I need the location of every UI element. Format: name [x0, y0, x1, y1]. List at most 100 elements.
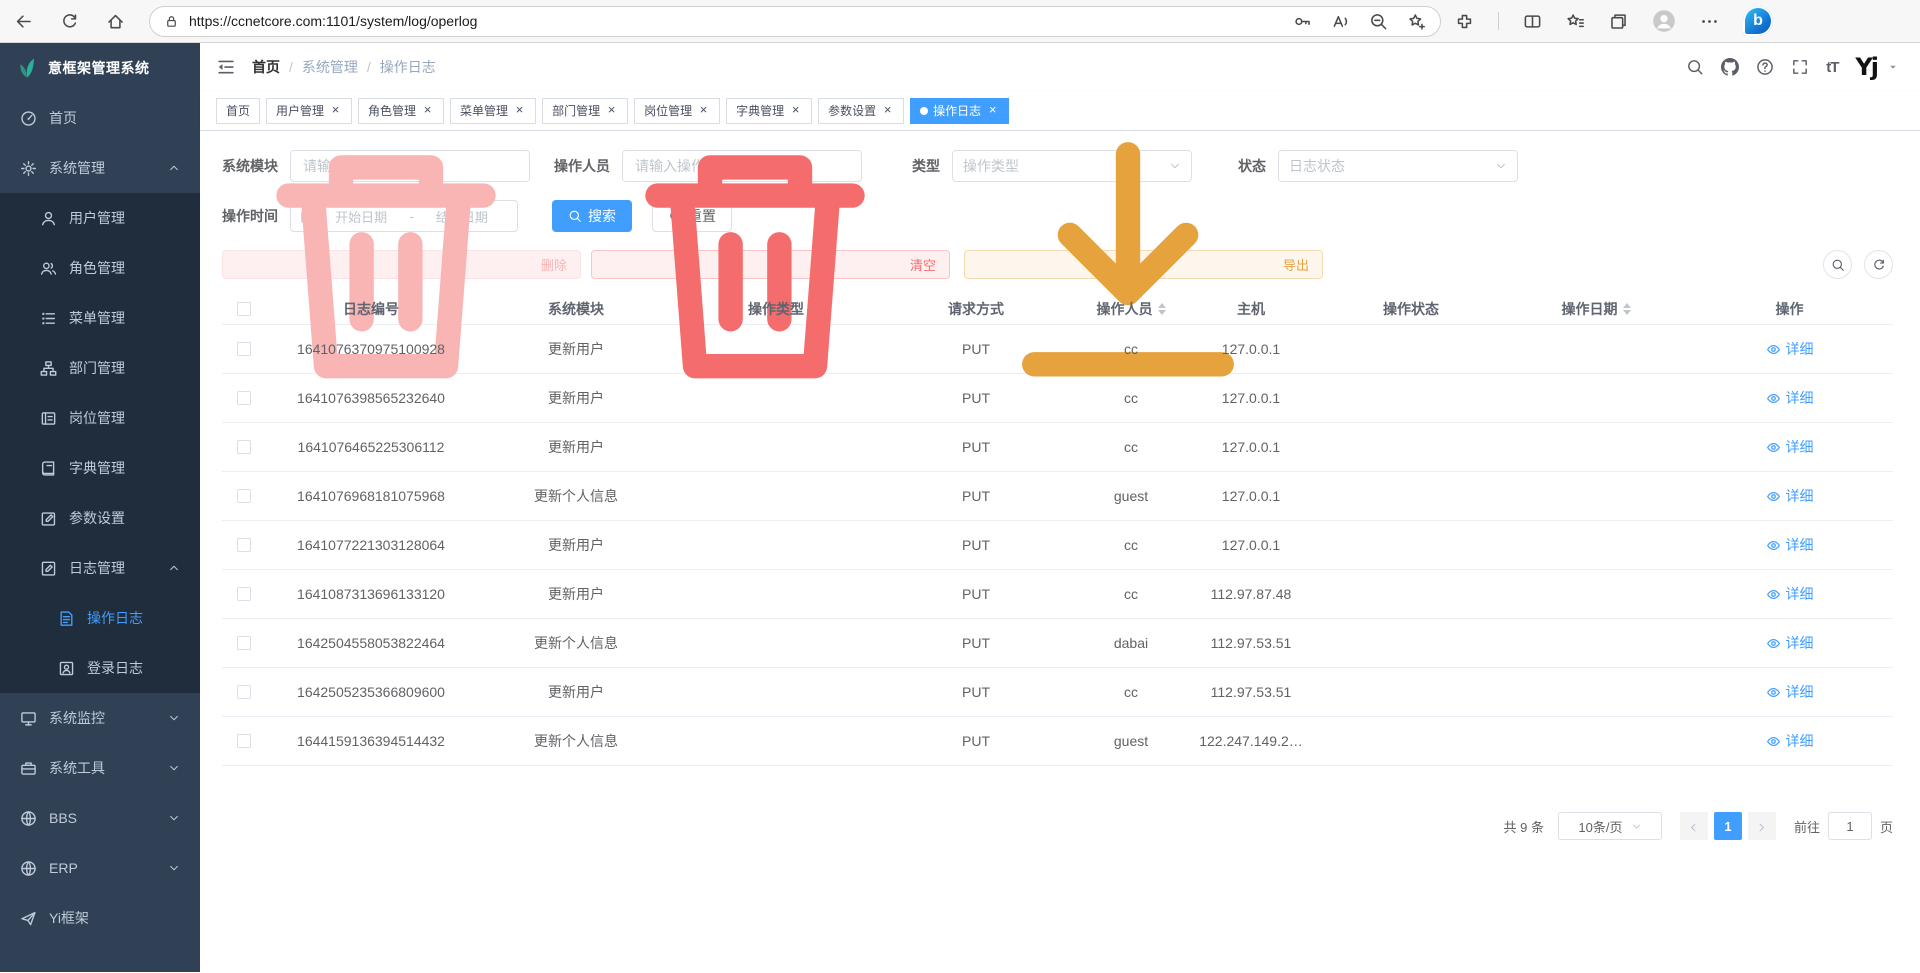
sidebar-item-Yi框架[interactable]: Yi框架 [0, 893, 200, 943]
bing-chat-icon[interactable]: b [1743, 6, 1773, 36]
search-icon[interactable] [1686, 58, 1704, 76]
table-row: 1642504558053822464更新个人信息PUTdabai112.97.… [222, 619, 1893, 668]
next-page-button[interactable] [1748, 812, 1776, 840]
refresh-icon[interactable] [60, 12, 79, 31]
show-search-button[interactable] [1823, 250, 1852, 279]
sidebar-item-参数设置[interactable]: 参数设置 [0, 493, 200, 543]
sidebar-item-系统工具[interactable]: 系统工具 [0, 743, 200, 793]
status-select[interactable]: 日志状态 [1278, 150, 1518, 182]
sort-caret-icon[interactable] [1158, 299, 1166, 319]
more-icon[interactable] [1700, 12, 1719, 31]
sidebar-item-首页[interactable]: 首页 [0, 93, 200, 143]
breadcrumb-item[interactable]: 首页 [252, 57, 280, 77]
collections-icon[interactable] [1609, 12, 1628, 31]
detail-link[interactable]: 详细 [1766, 633, 1814, 653]
breadcrumb-item[interactable]: 系统管理 [302, 57, 358, 77]
sidebar-item-部门管理[interactable]: 部门管理 [0, 343, 200, 393]
favorites-icon[interactable] [1566, 12, 1585, 31]
row-checkbox-cell [222, 489, 266, 503]
cell-operator: dabai [1076, 635, 1186, 651]
prev-page-button[interactable] [1680, 812, 1708, 840]
column-header-label: 操作人员 [1097, 299, 1153, 319]
fullscreen-icon[interactable] [1791, 58, 1809, 76]
caret-down-icon[interactable] [1888, 62, 1898, 72]
detail-link[interactable]: 详细 [1766, 339, 1814, 359]
leaf-icon [16, 57, 38, 79]
row-checkbox[interactable] [237, 734, 251, 748]
detail-link[interactable]: 详细 [1766, 535, 1814, 555]
page-size-select[interactable]: 10条/页 [1558, 812, 1662, 840]
read-aloud-icon[interactable] [1331, 12, 1350, 31]
sidebar-item-菜单管理[interactable]: 菜单管理 [0, 293, 200, 343]
detail-link[interactable]: 详细 [1766, 388, 1814, 408]
detail-link-label: 详细 [1786, 437, 1814, 457]
zoom-out-icon[interactable] [1369, 12, 1388, 31]
row-checkbox[interactable] [237, 489, 251, 503]
profile-icon[interactable] [1652, 9, 1676, 33]
select-all-checkbox[interactable] [237, 302, 251, 316]
home-icon[interactable] [106, 12, 125, 31]
sidebar-item-日志管理[interactable]: 日志管理 [0, 543, 200, 593]
active-tab-dot [920, 107, 928, 115]
sort-caret-icon[interactable] [1623, 299, 1631, 319]
url-text[interactable]: https://ccnetcore.com:1101/system/log/op… [189, 13, 477, 29]
current-page[interactable]: 1 [1714, 812, 1742, 840]
detail-link[interactable]: 详细 [1766, 437, 1814, 457]
sidebar-item-系统管理[interactable]: 系统管理 [0, 143, 200, 193]
font-size-icon[interactable]: tT [1826, 59, 1838, 76]
sidebar-item-label: 日志管理 [69, 558, 125, 578]
clear-button[interactable]: 清空 [591, 250, 950, 279]
breadcrumb: 首页/系统管理/操作日志 [252, 57, 436, 77]
user-logo[interactable]: Yj [1855, 53, 1877, 81]
delete-button[interactable]: 删除 [222, 250, 581, 279]
sidebar-item-label: 参数设置 [69, 508, 125, 528]
detail-link[interactable]: 详细 [1766, 584, 1814, 604]
row-checkbox[interactable] [237, 342, 251, 356]
column-header-操作日期[interactable]: 操作日期 [1506, 299, 1686, 319]
row-checkbox[interactable] [237, 538, 251, 552]
back-icon[interactable] [14, 12, 33, 31]
detail-link-label: 详细 [1786, 339, 1814, 359]
key-icon[interactable] [1293, 12, 1312, 31]
row-checkbox[interactable] [237, 636, 251, 650]
export-button[interactable]: 导出 [964, 250, 1323, 279]
extensions-icon[interactable] [1455, 12, 1474, 31]
hamburger-icon[interactable] [216, 57, 236, 77]
sidebar-item-ERP[interactable]: ERP [0, 843, 200, 893]
split-screen-icon[interactable] [1523, 12, 1542, 31]
sidebar-item-label: 操作日志 [87, 608, 143, 628]
detail-link[interactable]: 详细 [1766, 486, 1814, 506]
refresh-table-button[interactable] [1864, 250, 1893, 279]
sidebar-item-系统监控[interactable]: 系统监控 [0, 693, 200, 743]
row-checkbox[interactable] [237, 391, 251, 405]
cell-operator: cc [1076, 390, 1186, 406]
row-checkbox[interactable] [237, 440, 251, 454]
sidebar-item-登录日志[interactable]: 登录日志 [0, 643, 200, 693]
sidebar-item-用户管理[interactable]: 用户管理 [0, 193, 200, 243]
row-checkbox[interactable] [237, 587, 251, 601]
detail-link-label: 详细 [1786, 731, 1814, 751]
sidebar-item-岗位管理[interactable]: 岗位管理 [0, 393, 200, 443]
sidebar-item-字典管理[interactable]: 字典管理 [0, 443, 200, 493]
cell-host: 112.97.53.51 [1186, 684, 1316, 700]
help-icon[interactable] [1756, 58, 1774, 76]
sidebar-item-label: 字典管理 [69, 458, 125, 478]
favorite-add-icon[interactable] [1407, 12, 1426, 31]
cell-id: 1641076398565232640 [266, 390, 476, 406]
send-icon [20, 910, 37, 927]
sidebar-item-角色管理[interactable]: 角色管理 [0, 243, 200, 293]
detail-link[interactable]: 详细 [1766, 682, 1814, 702]
github-icon[interactable] [1721, 58, 1739, 76]
lock-icon[interactable] [164, 14, 179, 29]
app-logo[interactable]: 意框架管理系统 [0, 43, 200, 93]
column-header-操作人员[interactable]: 操作人员 [1076, 299, 1186, 319]
row-checkbox[interactable] [237, 685, 251, 699]
address-bar[interactable]: https://ccnetcore.com:1101/system/log/op… [149, 6, 1441, 37]
detail-link[interactable]: 详细 [1766, 731, 1814, 751]
export-button-label: 导出 [1283, 255, 1309, 274]
log-icon [40, 560, 57, 577]
page-jump-input[interactable] [1828, 812, 1872, 840]
sidebar-item-操作日志[interactable]: 操作日志 [0, 593, 200, 643]
cell-id: 1641076370975100928 [266, 341, 476, 357]
sidebar-item-BBS[interactable]: BBS [0, 793, 200, 843]
